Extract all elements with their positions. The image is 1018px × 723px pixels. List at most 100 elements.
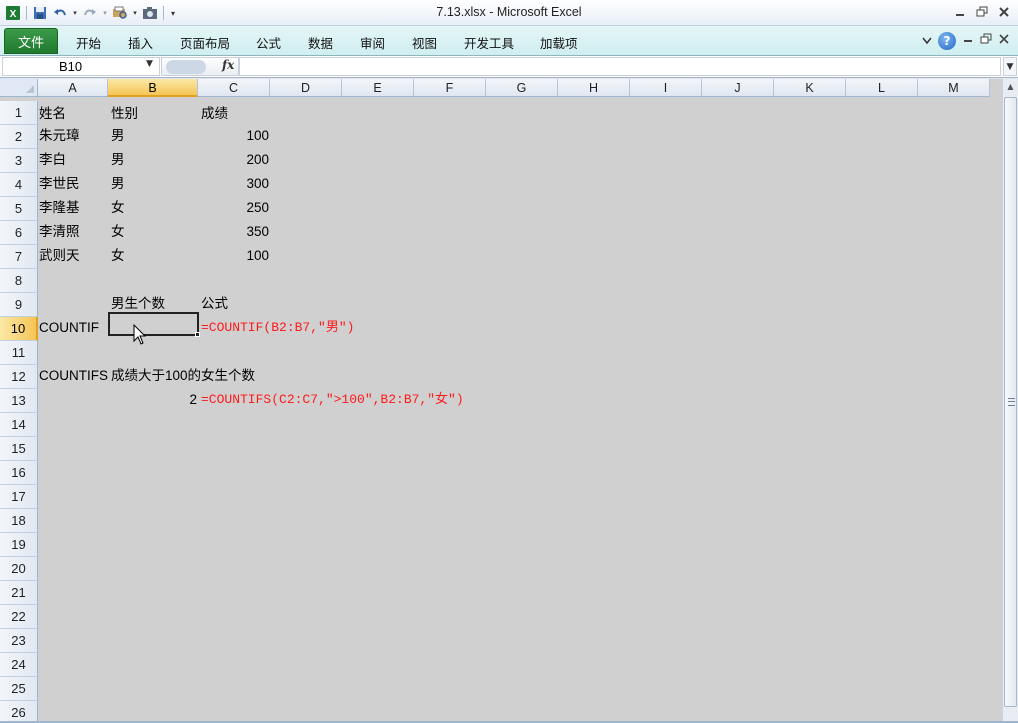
column-header-I[interactable]: I [630, 79, 702, 97]
row-header-18[interactable]: 18 [0, 509, 38, 533]
name-box[interactable]: B10 [2, 57, 160, 76]
row-header-7[interactable]: 7 [0, 245, 38, 269]
name-box-dropdown-icon[interactable]: ▼ [146, 59, 153, 69]
column-header-A[interactable]: A [38, 79, 108, 97]
cell-A5[interactable]: 李隆基 [39, 195, 80, 219]
row-header-19[interactable]: 19 [0, 533, 38, 557]
close-icon[interactable] [994, 3, 1014, 21]
fill-handle[interactable] [195, 332, 200, 337]
row-header-13[interactable]: 13 [0, 389, 38, 413]
cell-A12[interactable]: COUNTIFS [39, 363, 108, 387]
worksheet-grid[interactable]: ABCDEFGHIJKLM 1 2 3 4 5 6 7 8 9 10 11 12 13 14 15 16 17 1… [0, 79, 1002, 721]
row-header-11[interactable]: 11 [0, 341, 38, 365]
row-header-16[interactable]: 16 [0, 461, 38, 485]
row-header-23[interactable]: 23 [0, 629, 38, 653]
cell-A3[interactable]: 李白 [39, 147, 66, 171]
title-bar: X ▾ ▾ ▾ ▾ 7.13.xlsx - Microsoft Excel [0, 0, 1018, 26]
row-header-22[interactable]: 22 [0, 605, 38, 629]
cell-B1[interactable]: 性别 [111, 101, 138, 125]
row-header-26[interactable]: 26 [0, 701, 38, 721]
row-header-2[interactable]: 2 [0, 125, 38, 149]
workbook-restore-icon[interactable] [980, 33, 992, 49]
cell-A10[interactable]: COUNTIF [39, 315, 99, 339]
cell-A7[interactable]: 武则天 [39, 243, 80, 267]
column-header-H[interactable]: H [558, 79, 630, 97]
cell-A2[interactable]: 朱元璋 [39, 123, 80, 147]
cell-B3[interactable]: 男 [111, 147, 125, 171]
column-header-L[interactable]: L [846, 79, 918, 97]
tab-home[interactable]: 开始 [76, 33, 101, 52]
help-icon[interactable]: ? [938, 32, 956, 50]
expand-formula-bar-icon[interactable]: ▼ [1003, 57, 1017, 76]
row-header-15[interactable]: 15 [0, 437, 38, 461]
row-header-24[interactable]: 24 [0, 653, 38, 677]
tab-page-layout[interactable]: 页面布局 [180, 33, 230, 52]
column-header-J[interactable]: J [702, 79, 774, 97]
cell-B2[interactable]: 男 [111, 123, 125, 147]
workbook-close-icon[interactable] [998, 33, 1010, 49]
column-header-B[interactable]: B [108, 79, 198, 97]
vertical-scrollbar[interactable]: ▲ [1002, 79, 1018, 723]
column-header-M[interactable]: M [918, 79, 990, 97]
cell-C9[interactable]: 公式 [201, 291, 228, 315]
tab-developer[interactable]: 开发工具 [464, 33, 514, 52]
minimize-ribbon-icon[interactable] [922, 35, 932, 48]
active-cell-B10[interactable] [108, 312, 199, 336]
cell-A6[interactable]: 李清照 [39, 219, 80, 243]
cell-B7[interactable]: 女 [111, 243, 125, 267]
row-header-20[interactable]: 20 [0, 557, 38, 581]
row-header-21[interactable]: 21 [0, 581, 38, 605]
tab-view[interactable]: 视图 [412, 33, 437, 52]
cell-C6[interactable]: 350 [199, 219, 269, 243]
formula-edit-buttons [166, 60, 206, 74]
row-header-25[interactable]: 25 [0, 677, 38, 701]
row-header-5[interactable]: 5 [0, 197, 38, 221]
column-header-E[interactable]: E [342, 79, 414, 97]
column-header-G[interactable]: G [486, 79, 558, 97]
row-header-14[interactable]: 14 [0, 413, 38, 437]
row-header-9[interactable]: 9 [0, 293, 38, 317]
cell-A4[interactable]: 李世民 [39, 171, 80, 195]
row-header-17[interactable]: 17 [0, 485, 38, 509]
row-header-12[interactable]: 12 [0, 365, 38, 389]
cell-C5[interactable]: 250 [199, 195, 269, 219]
minimize-icon[interactable] [950, 3, 970, 21]
column-header-K[interactable]: K [774, 79, 846, 97]
tab-review[interactable]: 审阅 [360, 33, 385, 52]
cell-C1[interactable]: 成绩 [201, 101, 228, 125]
cell-C7[interactable]: 100 [199, 243, 269, 267]
restore-icon[interactable] [972, 3, 992, 21]
column-header-D[interactable]: D [270, 79, 342, 97]
formula-input[interactable] [239, 57, 1001, 76]
tab-file[interactable]: 文件 [4, 28, 58, 54]
cell-C3[interactable]: 200 [199, 147, 269, 171]
ribbon-right-controls: ? [922, 32, 1010, 50]
cell-A1[interactable]: 姓名 [39, 101, 66, 125]
column-header-F[interactable]: F [414, 79, 486, 97]
row-header-8[interactable]: 8 [0, 269, 38, 293]
tab-addins[interactable]: 加载项 [540, 33, 578, 52]
row-header-4[interactable]: 4 [0, 173, 38, 197]
cell-C4[interactable]: 300 [199, 171, 269, 195]
scrollbar-thumb[interactable] [1004, 97, 1017, 707]
workbook-minimize-icon[interactable] [962, 34, 974, 49]
row-header-3[interactable]: 3 [0, 149, 38, 173]
cell-C10[interactable]: =COUNTIF(B2:B7,"男") [201, 315, 354, 339]
column-header-C[interactable]: C [198, 79, 270, 97]
tab-insert[interactable]: 插入 [128, 33, 153, 52]
row-header-10[interactable]: 10 [0, 317, 38, 341]
tab-data[interactable]: 数据 [308, 33, 333, 52]
row-header-6[interactable]: 6 [0, 221, 38, 245]
cell-B13[interactable]: 2 [109, 387, 197, 411]
cell-B6[interactable]: 女 [111, 219, 125, 243]
cell-B5[interactable]: 女 [111, 195, 125, 219]
cell-B12[interactable]: 成绩大于100的女生个数 [111, 363, 255, 387]
cell-C2[interactable]: 100 [199, 123, 269, 147]
select-all-button[interactable] [0, 79, 38, 97]
insert-function-icon[interactable]: fx [222, 58, 234, 72]
cell-C13[interactable]: =COUNTIFS(C2:C7,">100",B2:B7,"女") [201, 387, 464, 411]
scroll-up-icon[interactable]: ▲ [1003, 79, 1018, 93]
tab-formulas[interactable]: 公式 [256, 33, 281, 52]
row-header-1[interactable]: 1 [0, 101, 38, 125]
cell-B4[interactable]: 男 [111, 171, 125, 195]
